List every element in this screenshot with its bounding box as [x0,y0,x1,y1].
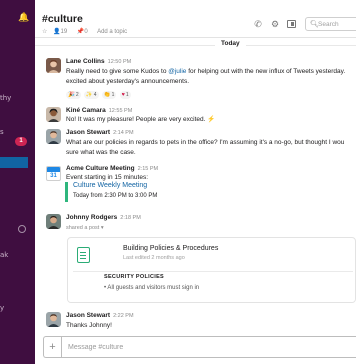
message-text-part: for helping out with the new influx of T… [186,68,346,75]
reaction-clap[interactable]: 👏1 [101,91,117,99]
avatar[interactable] [46,58,61,73]
workspace-sidebar: 🔔 thy s 1 ak y [0,0,35,364]
message-timestamp[interactable]: 12:50 PM [108,59,132,65]
message-timestamp[interactable]: 2:18 PM [120,215,140,221]
calendar-icon-day: 31 [50,173,57,179]
message-author[interactable]: Lane Collins 12:50 PM [66,58,131,65]
shared-post-card[interactable]: Building Policies & Procedures Last edit… [67,237,356,303]
post-divider [73,271,353,272]
sidebar-item-fragment[interactable]: y [0,304,4,312]
pins-count-value: 0 [84,29,88,35]
document-icon [77,247,90,263]
details-panel-icon[interactable] [287,20,296,28]
event-time: Today from 2:30 PM to 3:00 PM [73,193,158,199]
message-composer[interactable]: + [43,336,356,358]
message-author[interactable]: Johnny Rodgers 2:18 PM [66,214,141,221]
message-timestamp[interactable]: 2:15 PM [138,166,158,172]
reaction-count: 1 [125,92,129,98]
sparkles-icon: ✨ [85,92,93,98]
channel-title[interactable]: #culture [42,13,83,25]
clapping-hands-icon: 👏 [103,92,111,98]
message-text: sure what was the case. [66,149,136,156]
message-text: What are our policies in regards to pets… [66,139,345,146]
add-topic-link[interactable]: Add a topic [97,29,127,35]
author-name[interactable]: Kiné Camara [66,107,106,114]
avatar[interactable] [46,214,61,229]
heart-icon: ♥ [121,92,125,98]
message-author[interactable]: Acme Culture Meeting 2:15 PM [66,165,158,172]
author-name[interactable]: Jason Stewart [66,312,110,319]
notifications-bell-icon[interactable]: 🔔 [18,12,29,23]
members-count[interactable]: 👤19 [53,29,71,35]
channel-meta: ☆ 👤19 📌0 Add a topic [42,28,131,35]
shared-post-label: shared a post ▾ [66,225,104,231]
gear-icon[interactable]: ⚙ [270,19,280,29]
message-text: Really need to give some Kudos to @julie… [66,67,345,77]
chevron-down-icon[interactable]: ▾ [101,225,104,231]
reaction-count: 4 [93,92,97,98]
search-box[interactable]: 🔍︎ [305,17,356,31]
event-card: Culture Weekly Meeting Today from 2:30 P… [65,182,165,202]
day-divider [35,45,356,46]
author-name[interactable]: Jason Stewart [66,129,110,136]
reactions-bar: 🎉2 ✨4 👏1 ♥1 [66,89,132,99]
phone-icon[interactable]: ✆ [253,19,263,29]
message-text: Thanks Johnny! [66,322,112,329]
post-fade-overlay [68,290,355,302]
message-author[interactable]: Jason Stewart 2:14 PM [66,129,134,136]
day-divider-label: Today [215,40,246,47]
message-author[interactable]: Kiné Camara 12:55 PM [66,107,132,114]
message-timestamp[interactable]: 2:14 PM [113,130,133,136]
message-timestamp[interactable]: 2:22 PM [113,313,133,319]
message-input[interactable] [68,341,348,353]
reaction-heart[interactable]: ♥1 [119,91,131,99]
reaction-count: 2 [75,92,79,98]
members-count-value: 19 [60,29,68,35]
user-mention[interactable]: @julie [168,68,186,75]
message-text: No! It was my pleasure! People are very … [66,116,216,123]
sidebar-active-item[interactable] [0,157,28,168]
pins-count[interactable]: 📌0 [77,29,92,35]
event-title-link[interactable]: Culture Weekly Meeting [73,182,147,189]
message-timestamp[interactable]: 12:55 PM [109,108,133,114]
message-text: excited about yesterday's announcements. [66,78,190,85]
post-section-heading: SECURITY POLICIES [104,274,165,280]
author-name[interactable]: Johnny Rodgers [66,214,117,221]
avatar[interactable] [46,107,61,122]
sidebar-item-fragment[interactable]: ak [0,251,8,259]
post-title[interactable]: Building Policies & Procedures [123,245,218,252]
reaction-party[interactable]: 🎉2 [66,91,81,99]
status-circle-icon[interactable] [18,225,26,233]
message-list: Today Lane Collins 12:50 PM Really need t… [35,38,356,334]
search-input[interactable] [318,19,356,29]
post-last-edited: Last edited 2 months ago [123,255,185,261]
avatar[interactable] [46,129,61,144]
message-author[interactable]: Jason Stewart 2:22 PM [66,312,134,319]
unread-badge: 1 [15,137,27,146]
author-name[interactable]: Lane Collins [66,58,105,65]
shared-post-text: shared a post [66,225,100,231]
party-popper-icon: 🎉 [68,92,75,98]
message-text-part: Really need to give some Kudos to [66,68,169,75]
avatar[interactable] [46,312,61,327]
attach-plus-button[interactable]: + [44,337,62,357]
sidebar-item-fragment[interactable]: s [0,128,4,136]
star-icon[interactable]: ☆ [42,29,47,35]
channel-header: #culture ☆ 👤19 📌0 Add a topic ✆ ⚙ 🔍︎ [35,0,356,38]
reaction-count: 1 [111,92,115,98]
sidebar-item-fragment[interactable]: thy [0,94,11,102]
reaction-sparkles[interactable]: ✨4 [83,91,99,99]
calendar-icon[interactable]: 31 [46,166,61,181]
author-name[interactable]: Acme Culture Meeting [66,165,135,172]
